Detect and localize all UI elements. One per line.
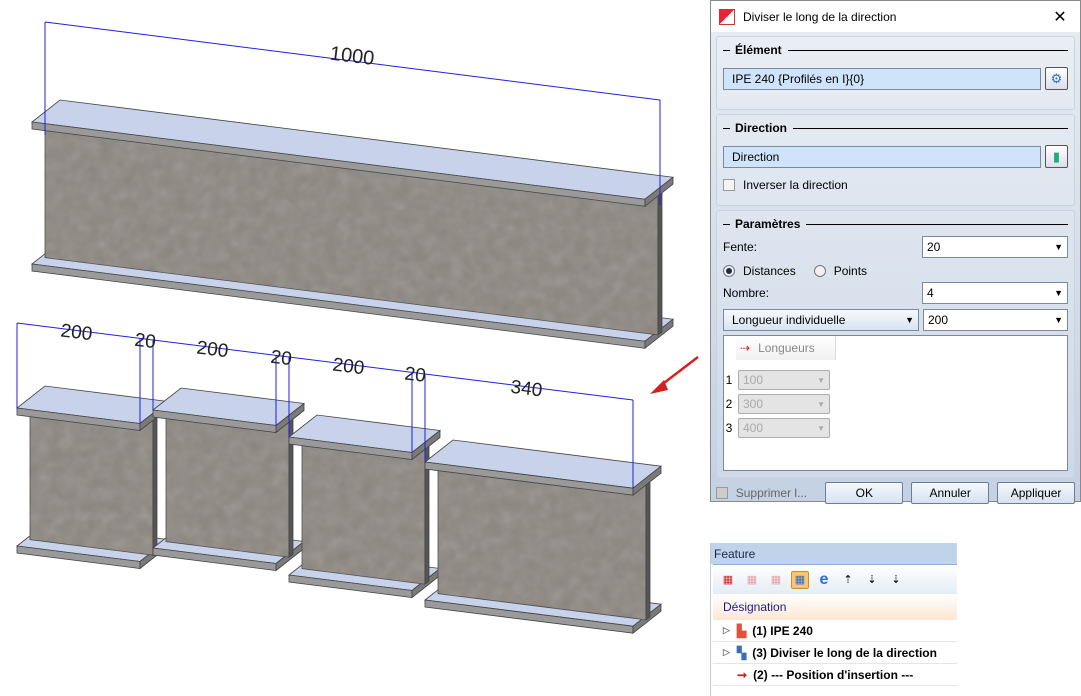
nombre-label: Nombre:: [723, 286, 770, 300]
dropdown-arrow-icon: ▼: [905, 315, 914, 325]
feature-item[interactable]: ➞ (2) --- Position d'insertion ---: [713, 664, 957, 686]
length-value: 300: [743, 397, 764, 411]
mode-combo[interactable]: Longueur individuelle ▼: [723, 309, 919, 331]
close-button[interactable]: ✕: [1040, 7, 1080, 27]
fente-value: 20: [927, 240, 941, 254]
distances-radio[interactable]: [723, 265, 735, 277]
feature-add-icon[interactable]: ▦: [719, 571, 737, 589]
direction-heading: Direction: [723, 119, 1068, 137]
pick-element-gear-icon[interactable]: ⚙: [1045, 67, 1068, 90]
apply-button[interactable]: Appliquer: [997, 482, 1076, 504]
app-icon: [719, 8, 735, 25]
feature-panel: Feature ▦ ▦ ▦ ▦ e ⇡ ⇣ ⇣ Désignation ▷ ▙ (1…: [710, 543, 957, 696]
amount-combo[interactable]: 200 ▼: [923, 309, 1068, 331]
feature-item[interactable]: ▷ ▚ (3) Diviser le long de la direction: [713, 642, 957, 664]
add-length-icon[interactable]: ⇢: [740, 341, 750, 355]
feature-edit-e-icon[interactable]: e: [815, 571, 833, 589]
dropdown-arrow-icon: ▼: [1054, 242, 1063, 252]
feature-item-label: (1) IPE 240: [752, 623, 813, 638]
feature-item-label: (2) --- Position d'insertion ---: [753, 667, 914, 682]
cancel-button[interactable]: Annuler: [911, 482, 990, 504]
lengths-header[interactable]: ⇢ Longueurs: [736, 336, 836, 360]
points-radio[interactable]: [813, 265, 826, 277]
invert-direction-label: Inverser la direction: [743, 178, 848, 192]
fente-combo[interactable]: 20 ▼: [922, 236, 1068, 258]
direction-group: Direction Direction ▮ Inverser la direct…: [716, 114, 1075, 206]
feature-item[interactable]: ▷ ▙ (1) IPE 240: [713, 620, 957, 642]
amount-value: 200: [928, 313, 949, 327]
length-row: 3 400 ▼: [724, 418, 1067, 438]
pick-direction-icon[interactable]: ▮: [1045, 145, 1068, 168]
expand-all-icon[interactable]: ⇣: [887, 571, 905, 589]
element-field[interactable]: IPE 240 {Profilés en I}{0}: [723, 67, 1041, 90]
red-arrow-icon: [650, 356, 699, 394]
dimension-label: 200: [331, 354, 365, 379]
distances-label: Distances: [743, 264, 796, 278]
beam-web-end: [657, 189, 663, 336]
parameters-group: Paramètres Fente: 20 ▼ Distances Points N…: [716, 210, 1075, 478]
feature-remove-icon[interactable]: ▦: [767, 571, 785, 589]
length-combo[interactable]: 300 ▼: [738, 394, 830, 414]
length-value: 400: [743, 421, 764, 435]
divide-feature-icon: ▚: [737, 645, 747, 660]
row-number: 1: [725, 373, 733, 387]
mode-value: Longueur individuelle: [732, 313, 846, 327]
expand-triangle-icon[interactable]: ▷: [723, 625, 731, 636]
length-combo[interactable]: 100 ▼: [738, 370, 830, 390]
length-combo[interactable]: 400 ▼: [738, 418, 830, 438]
feature-insert-icon[interactable]: ▦: [743, 571, 761, 589]
length-row: 2 300 ▼: [724, 394, 1067, 414]
element-heading: Élément: [723, 41, 1068, 59]
dropdown-arrow-icon: ▼: [1054, 288, 1063, 298]
nombre-combo[interactable]: 4 ▼: [922, 282, 1068, 304]
direction-field[interactable]: Direction: [723, 145, 1041, 168]
length-row: 1 100 ▼: [724, 370, 1067, 390]
lengths-grid: ⇢ Longueurs 1 100 ▼ 2 300 ▼ 3 400 ▼: [723, 335, 1068, 471]
expand-triangle-icon[interactable]: ▷: [723, 647, 731, 658]
feature-toolbar: ▦ ▦ ▦ ▦ e ⇡ ⇣ ⇣: [713, 564, 957, 594]
insertion-arrow-icon: ➞: [737, 667, 748, 682]
nombre-value: 4: [927, 286, 934, 300]
invert-direction-checkbox[interactable]: [723, 179, 735, 191]
points-label: Points: [833, 264, 868, 278]
supprimer-label: Supprimer l...: [735, 486, 808, 500]
dialog-title: Diviser le long de la direction: [743, 9, 897, 24]
dropdown-arrow-icon: ▼: [817, 423, 825, 433]
dimension-label: 20: [269, 347, 293, 370]
dropdown-arrow-icon: ▼: [817, 399, 825, 409]
lengths-header-label: Longueurs: [758, 341, 815, 355]
divide-direction-dialog: Diviser le long de la direction ✕ Élémen…: [710, 0, 1081, 504]
collapse-all-icon[interactable]: ⇡: [839, 571, 857, 589]
3d-viewport[interactable]: 1000 200 20 200 20 200 20 340: [0, 0, 705, 696]
element-group: Élément IPE 240 {Profilés en I}{0} ⚙: [716, 36, 1075, 110]
length-value: 100: [743, 373, 764, 387]
dropdown-arrow-icon: ▼: [817, 375, 825, 385]
dimension-label: 200: [195, 337, 229, 362]
feature-title: Feature: [711, 543, 957, 564]
dimension-label: 340: [509, 377, 543, 402]
row-number: 3: [725, 421, 733, 435]
i-beam-icon: ▙: [737, 623, 747, 638]
ok-button[interactable]: OK: [825, 482, 904, 504]
expand-level-icon[interactable]: ⇣: [863, 571, 881, 589]
dimension-label: 200: [59, 320, 93, 345]
dimension-label: 20: [133, 330, 157, 353]
beam-web-end: [645, 478, 651, 621]
feature-active-icon[interactable]: ▦: [791, 570, 809, 589]
feature-item-label: (3) Diviser le long de la direction: [752, 645, 937, 660]
beam-web-end: [152, 413, 158, 556]
dimension-label: 20: [403, 363, 427, 386]
supprimer-checkbox[interactable]: [716, 487, 728, 499]
row-number: 2: [725, 397, 733, 411]
parameters-heading: Paramètres: [723, 215, 1068, 233]
designation-column-header[interactable]: Désignation: [713, 594, 957, 620]
dropdown-arrow-icon: ▼: [1054, 315, 1063, 325]
dimension-label: 1000: [329, 43, 376, 70]
fente-label: Fente:: [723, 240, 758, 254]
